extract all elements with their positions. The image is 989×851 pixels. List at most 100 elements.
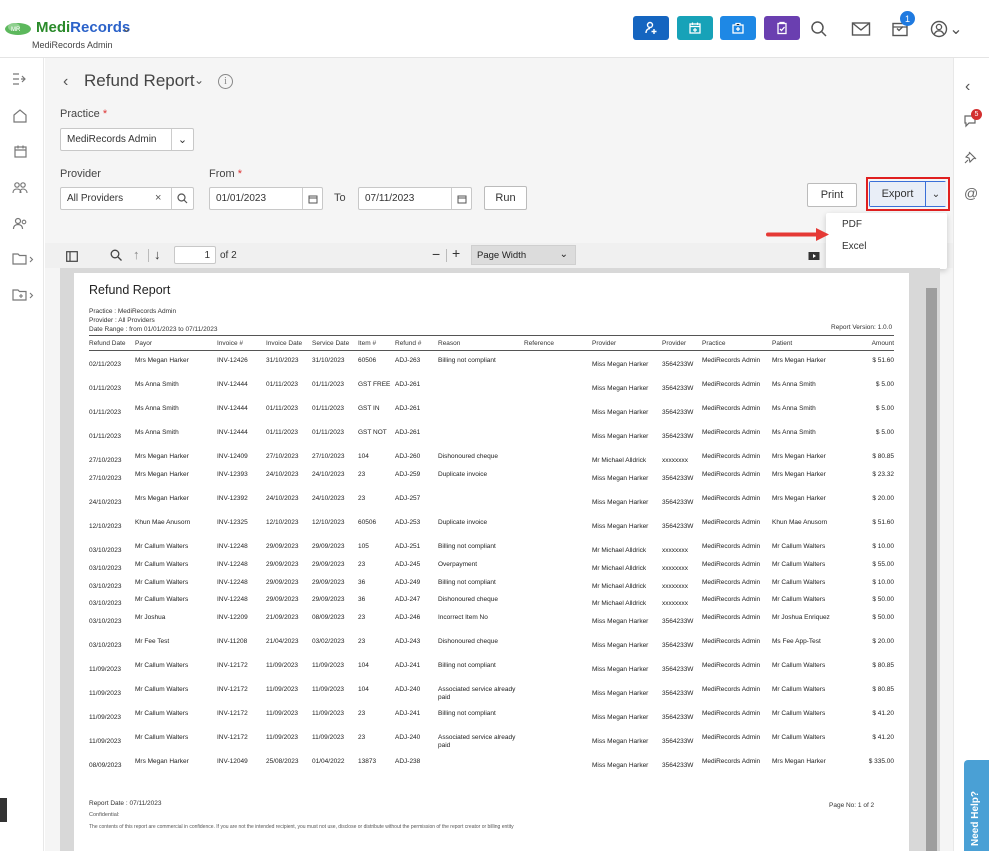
export-chevron-down-icon[interactable]: ⌄ [925,182,946,206]
clipboard-button[interactable] [764,16,800,40]
from-date-input[interactable]: 01/01/2023 [209,187,323,210]
report-column-header: Patient [772,340,793,347]
run-button[interactable]: Run [484,186,527,210]
report-table-cell: 3564233W [662,714,694,721]
report-table-cell: Mrs Megan Harker [135,357,189,364]
shared-folder-icon[interactable] [11,286,35,304]
calendar-add-button[interactable] [677,16,713,40]
report-table-cell: ADJ-249 [395,579,421,586]
to-date-input[interactable]: 07/11/2023 [358,187,472,210]
report-table-cell: 01/04/2022 [312,758,345,765]
brand-name[interactable]: MediRecords [36,19,130,36]
zoom-in-icon[interactable]: + [452,245,460,261]
zoom-out-icon[interactable]: − [432,246,440,262]
patients-icon[interactable] [11,178,29,196]
report-table-cell: MediRecords Admin [702,405,761,412]
report-table-cell: 03/10/2023 [89,565,122,572]
report-column-header: Invoice # [217,340,244,347]
mention-at-icon[interactable]: @ [964,185,978,201]
provider-search-icon[interactable] [171,188,193,209]
export-option-excel[interactable]: Excel [826,235,947,257]
confidential-label: Confidential: [89,812,120,818]
viewer-scrollbar[interactable] [926,288,937,851]
title-chevron-down-icon[interactable]: ⌄ [194,73,204,87]
folder-icon[interactable] [11,250,35,268]
report-table-cell: xxxxxxxx [662,457,688,464]
search-icon[interactable] [807,17,831,41]
report-table-cell: 29/09/2023 [266,596,299,603]
report-table-cell: 27/10/2023 [89,475,122,482]
report-table-cell: 23 [358,734,366,741]
to-calendar-icon[interactable] [451,188,471,209]
contacts-icon[interactable] [11,214,29,232]
report-column-header: Invoice Date [266,340,303,347]
medical-kit-button[interactable] [720,16,756,40]
report-table-cell: 3564233W [662,618,694,625]
report-table-cell: GST NOT [358,429,387,436]
report-table-cell: Billing not compliant [438,357,496,364]
export-option-pdf[interactable]: PDF [826,213,947,235]
provider-value: All Providers [67,193,124,204]
report-version: Report Version: 1.0.0 [831,324,893,331]
report-table-cell: Khun Mae Anusorn [135,519,191,526]
next-page-arrow-icon[interactable]: ↓ [154,247,161,262]
sidebar-toggle-icon[interactable] [66,249,78,267]
report-table-cell: $ 51.60 [872,519,894,526]
export-button[interactable]: Export [870,182,925,206]
need-help-tab[interactable]: Need Help? [964,760,989,851]
report-table-cell: $ 20.00 [872,638,894,645]
report-table-cell: INV-11208 [217,638,248,645]
report-table-cell: INV-12444 [217,405,248,412]
home-icon[interactable] [11,106,29,124]
report-table-cell: Mr Callum Walters [772,579,826,586]
calendar-icon[interactable] [11,142,29,160]
collapse-panel-chevron-icon[interactable]: ‹ [965,78,970,96]
info-icon[interactable]: i [218,74,233,89]
side-handle[interactable] [0,798,7,822]
report-table-cell: 29/09/2023 [266,561,299,568]
report-table-cell: 08/09/2023 [89,762,122,769]
user-avatar-icon[interactable] [927,17,951,41]
expand-menu-icon[interactable] [11,70,29,88]
report-table-cell: MediRecords Admin [702,495,761,502]
report-table-cell: MediRecords Admin [702,638,761,645]
report-table-cell: 12/10/2023 [312,519,345,526]
previous-page-arrow-icon[interactable]: ↑ [133,247,140,262]
brand-chevron-down-icon[interactable]: ⌄ [121,20,132,36]
presentation-icon[interactable] [808,249,820,267]
practice-select[interactable]: MediRecords Admin ⌄ [60,128,194,151]
provider-field[interactable]: All Providers × [60,187,194,210]
report-table-cell: $ 10.00 [872,579,894,586]
report-table-cell: Billing not compliant [438,543,496,550]
report-table-cell: ADJ-247 [395,596,421,603]
report-table-cell: $ 50.00 [872,596,894,603]
report-table-cell: ADJ-243 [395,638,421,645]
page-number-input[interactable]: 1 [174,246,216,264]
report-table-cell: xxxxxxxx [662,600,688,607]
report-table-cell: Mr Callum Walters [772,596,826,603]
mail-icon[interactable] [849,17,873,41]
report-table-cell: Mrs Megan Harker [135,495,189,502]
report-table-cell: 11/09/2023 [312,686,345,693]
pin-icon[interactable] [964,150,978,169]
report-table-cell: 104 [358,453,369,460]
report-table-cell: Mr Callum Walters [135,561,189,568]
zoom-select[interactable]: Page Width ⌄ [471,245,576,265]
back-chevron-icon[interactable]: ‹ [63,73,68,91]
report-table-cell: MediRecords Admin [702,596,761,603]
clear-icon[interactable]: × [155,192,161,204]
report-table-cell: $ 335.00 [868,758,894,765]
report-table-cell: Ms Anna Smith [135,429,179,436]
report-table-cell: MediRecords Admin [702,614,761,621]
print-button[interactable]: Print [807,183,857,207]
page-number-footer: Page No: 1 of 2 [829,802,875,809]
from-calendar-icon[interactable] [302,188,322,209]
report-table-cell: Miss Megan Harker [592,499,649,506]
user-menu-chevron-down-icon[interactable]: ⌄ [949,17,963,41]
report-table-cell: Miss Megan Harker [592,385,649,392]
report-table-cell: Mr Joshua Enriquez [772,614,830,621]
report-table-cell: 11/09/2023 [266,686,299,693]
find-icon[interactable] [110,248,122,266]
add-patient-button[interactable] [633,16,669,40]
report-table-cell: ADJ-259 [395,471,421,478]
